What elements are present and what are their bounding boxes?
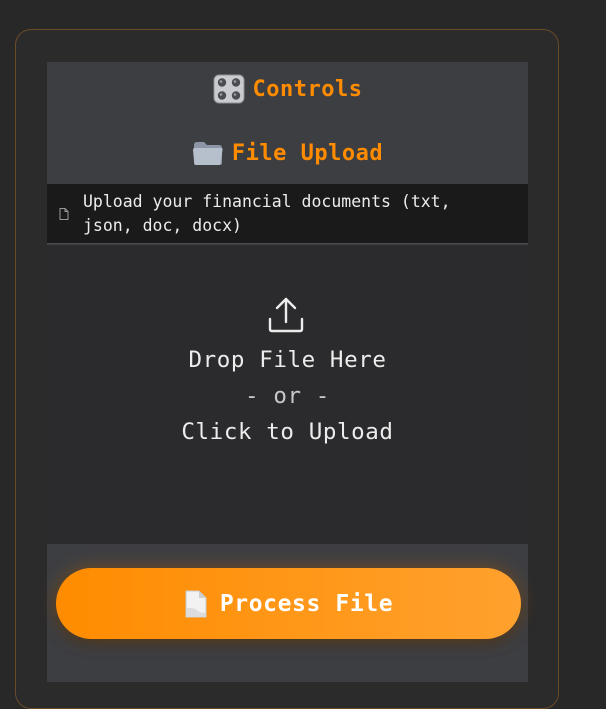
file-types-label: Upload your financial documents (txt, js… (47, 184, 528, 244)
process-file-button[interactable]: Process File (56, 568, 521, 639)
controls-title: Controls (252, 76, 363, 102)
page-icon (185, 590, 207, 617)
upload-icon (268, 297, 304, 333)
file-upload-title: File Upload (231, 140, 384, 166)
file-dropzone[interactable]: Drop File Here - or - Click to Upload (47, 245, 528, 544)
process-file-label: Process File (219, 590, 394, 617)
drop-file-text: Drop File Here (188, 347, 387, 373)
file-types-text: Upload your financial documents (txt, js… (83, 191, 451, 235)
controls-heading: Controls (47, 74, 528, 104)
document-icon (59, 207, 69, 220)
or-separator: - or - (245, 383, 330, 409)
file-upload-heading: File Upload (47, 138, 528, 168)
control-knobs-icon (213, 74, 245, 104)
folder-icon (192, 142, 223, 165)
click-to-upload-text: Click to Upload (181, 419, 394, 445)
